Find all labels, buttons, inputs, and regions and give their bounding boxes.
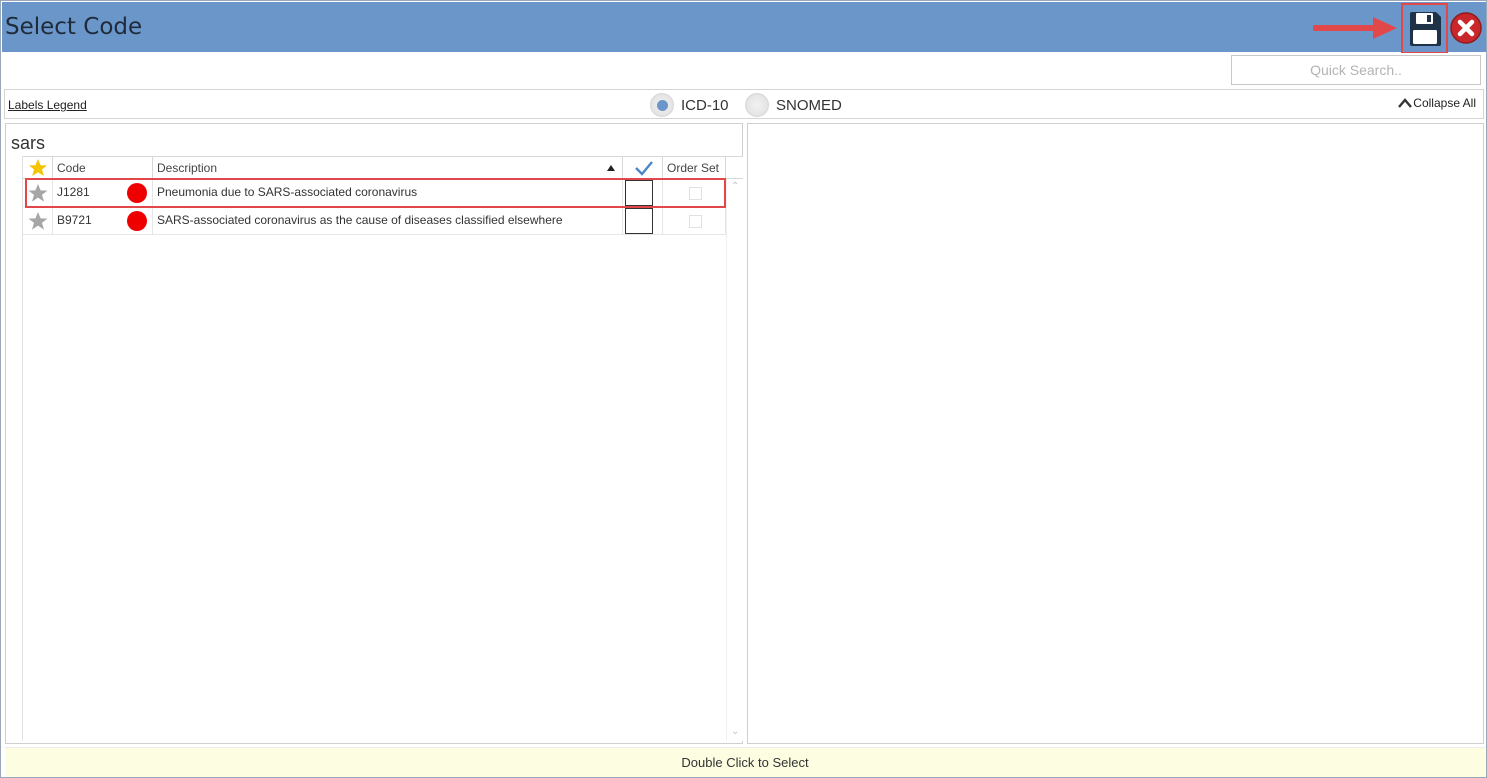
star-icon[interactable]: [27, 183, 49, 203]
grid-header: Code Description Order Set: [23, 156, 743, 179]
order-set-column-header[interactable]: Order Set: [663, 157, 726, 179]
scroll-up-icon[interactable]: ⌃: [731, 181, 739, 192]
status-dot: [127, 211, 147, 231]
sort-ascending-icon: [607, 165, 615, 171]
description-header-label: Description: [157, 161, 218, 175]
description-column-header[interactable]: Description: [153, 157, 623, 179]
labels-legend-link[interactable]: Labels Legend: [8, 98, 87, 112]
window-title: Select Code: [5, 14, 143, 40]
radio-snomed[interactable]: SNOMED: [745, 93, 842, 117]
code-value: J1281: [57, 185, 90, 199]
code-column-header[interactable]: Code: [53, 157, 153, 179]
chevron-up-icon: [1398, 98, 1413, 108]
order-set-checkbox[interactable]: [689, 187, 702, 200]
code-toolbar: Labels Legend ICD-10 SNOMED Collapse All: [4, 89, 1484, 119]
table-row[interactable]: B9721 SARS-associated coronavirus as the…: [23, 207, 726, 235]
radio-label-snomed: SNOMED: [776, 96, 842, 114]
close-icon: [1450, 12, 1482, 44]
results-grid: Code Description Order Set J1281 Pneumon…: [22, 156, 743, 741]
order-set-checkbox[interactable]: [689, 215, 702, 228]
description-cell: Pneumonia due to SARS-associated coronav…: [153, 179, 623, 206]
save-button[interactable]: [1401, 3, 1448, 54]
floppy-disk-icon: [1409, 11, 1441, 46]
description-cell: SARS-associated coronavirus as the cause…: [153, 207, 623, 234]
search-term-label: sars: [11, 133, 46, 153]
quick-search-input[interactable]: [1231, 55, 1481, 85]
radio-label-icd10: ICD-10: [681, 96, 729, 114]
star-icon[interactable]: [27, 211, 49, 231]
selected-column-header[interactable]: [623, 157, 663, 179]
scroll-down-icon[interactable]: ⌄: [731, 726, 739, 737]
collapse-all-label: Collapse All: [1413, 96, 1476, 110]
table-row[interactable]: J1281 Pneumonia due to SARS-associated c…: [23, 179, 726, 207]
collapse-all-button[interactable]: Collapse All: [1397, 96, 1476, 110]
radio-button-snomed[interactable]: [745, 93, 769, 117]
code-cell: J1281: [53, 179, 153, 206]
favorite-column-header[interactable]: [23, 157, 53, 179]
checkmark-icon: [635, 161, 653, 176]
code-cell: B9721: [53, 207, 153, 234]
vertical-scrollbar[interactable]: ⌃ ⌄: [726, 179, 743, 741]
close-button[interactable]: [1449, 11, 1483, 45]
favorite-cell[interactable]: [23, 207, 53, 234]
radio-button-icd10[interactable]: [650, 93, 674, 117]
select-checkbox[interactable]: [625, 208, 653, 234]
select-checkbox[interactable]: [625, 180, 653, 206]
details-panel: [747, 123, 1484, 744]
footer-hint: Double Click to Select: [5, 747, 1485, 777]
arrow-right-icon: [1313, 17, 1397, 39]
favorite-cell[interactable]: [23, 179, 53, 206]
radio-icd10[interactable]: ICD-10: [650, 93, 729, 117]
title-bar: Select Code: [2, 2, 1486, 52]
results-panel: sars Code Description Order Set J1281 Pn…: [5, 123, 743, 744]
star-icon: [29, 159, 47, 176]
radio-selected-dot: [656, 99, 668, 111]
status-dot: [127, 183, 147, 203]
code-value: B9721: [57, 213, 92, 227]
select-code-window: Select Code Labels Legend ICD-10 SNOMED: [0, 0, 1487, 778]
